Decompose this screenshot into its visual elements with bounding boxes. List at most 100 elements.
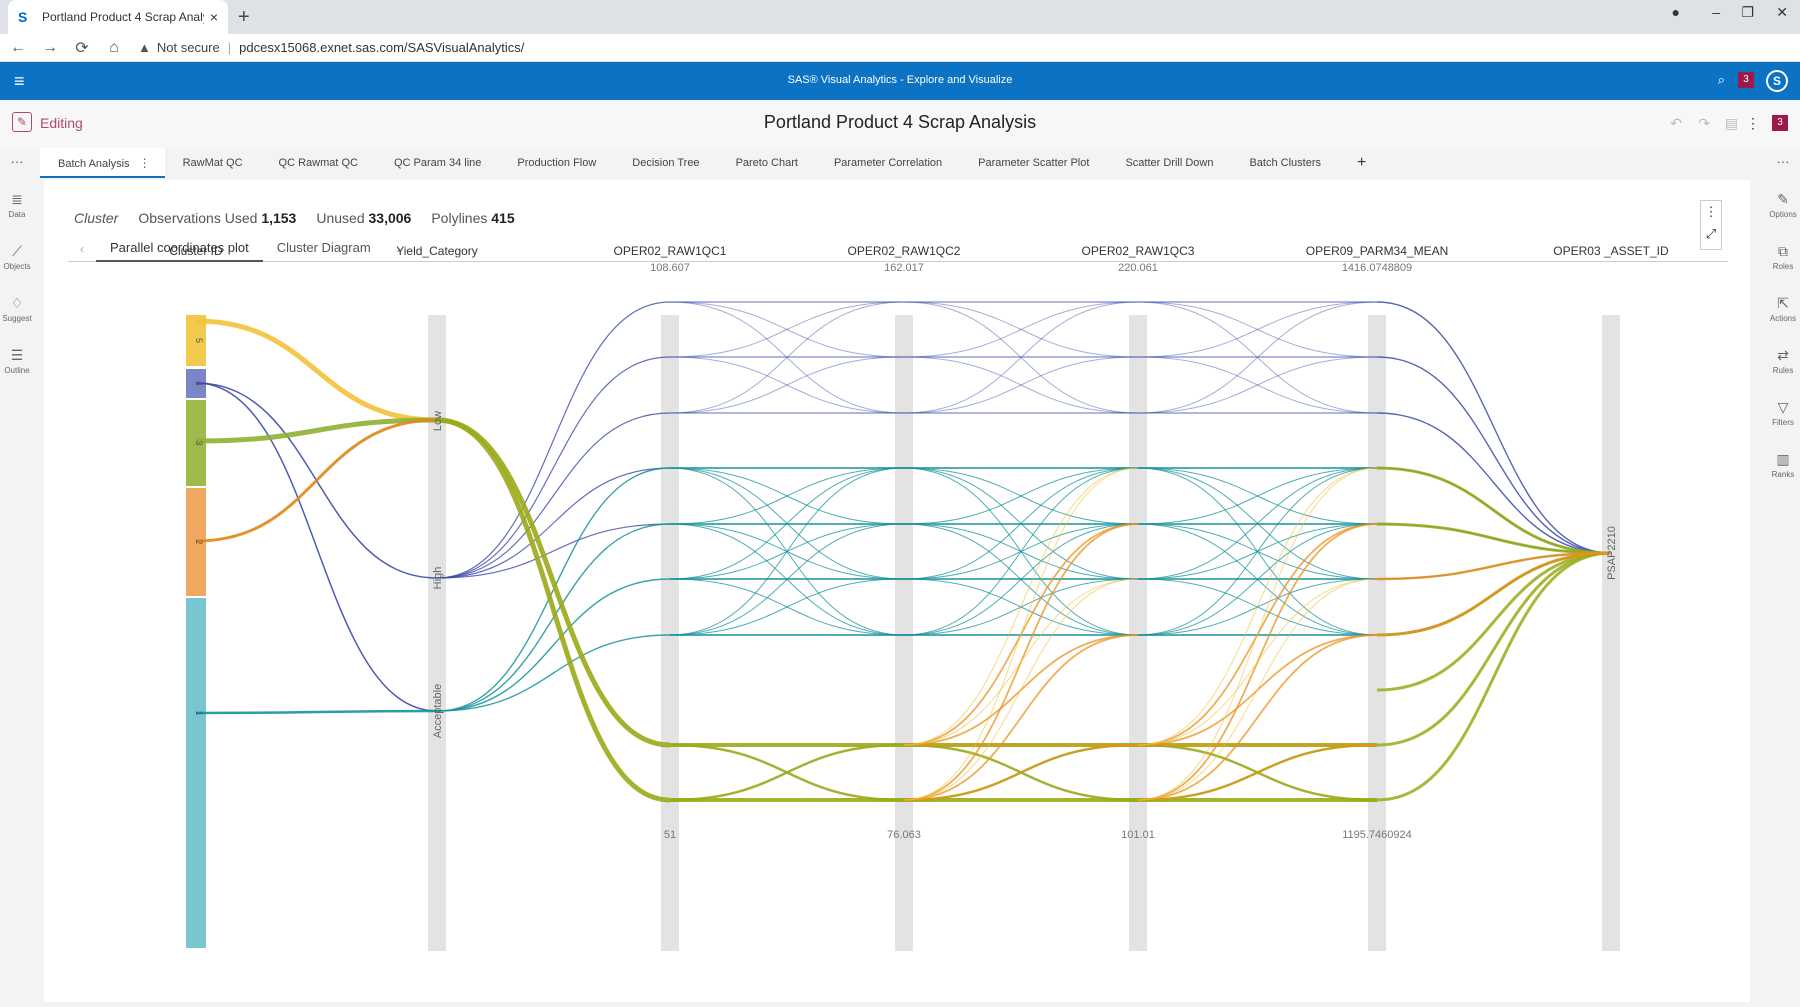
sidebar-item-filters[interactable]: ▽ Filters	[1766, 399, 1800, 427]
axis-min-label: 76.063	[887, 829, 921, 841]
polyline	[669, 743, 905, 802]
save-icon[interactable]: ▤	[1725, 115, 1738, 132]
sidebar-item-roles[interactable]: ⧉ Roles	[1766, 243, 1800, 271]
axis-bar	[428, 315, 446, 951]
security-label: Not secure	[156, 40, 220, 55]
tab-scatter-drill-down[interactable]: Scatter Drill Down	[1107, 148, 1231, 178]
notification-badge[interactable]: 3	[1738, 72, 1754, 88]
new-tab-icon[interactable]: +	[238, 6, 250, 29]
close-window-icon[interactable]: ✕	[1776, 4, 1788, 21]
polyline	[1376, 551, 1612, 692]
sas-user-icon[interactable]: S	[1766, 70, 1788, 92]
tab-production-flow[interactable]: Production Flow	[499, 148, 614, 178]
tab-decision-tree[interactable]: Decision Tree	[614, 148, 717, 178]
address-bar: ← → ⟳ ⌂ ▲ Not secure | pdcesx15068.exnet…	[0, 34, 1800, 90]
sidebar-item-label: Roles	[1772, 262, 1794, 271]
minimize-icon[interactable]: –	[1712, 4, 1720, 20]
tab-qc-param-34-line[interactable]: QC Param 34 line	[376, 148, 499, 178]
restore-icon[interactable]: ❐	[1741, 4, 1754, 21]
more-options-icon[interactable]: ⋮	[1746, 115, 1760, 132]
object-subtabs: ‹ Parallel coordinates plot Cluster Diag…	[68, 236, 1728, 262]
reload-icon[interactable]: ⟳	[68, 38, 96, 58]
forward-icon[interactable]: →	[36, 39, 64, 57]
axis-bar	[661, 315, 679, 951]
tab-parameter-scatter-plot[interactable]: Parameter Scatter Plot	[960, 148, 1107, 178]
sidebar-item-actions[interactable]: ⇱ Actions	[1766, 295, 1800, 323]
cluster-tick-label: 1	[194, 710, 204, 715]
polylines: Polylines 415	[431, 210, 514, 226]
subtab-cluster-diagram[interactable]: Cluster Diagram	[263, 236, 385, 262]
polyline	[1137, 467, 1378, 636]
polyline	[903, 578, 1139, 746]
cluster-segment	[186, 598, 206, 948]
tab-parameter-correlation[interactable]: Parameter Correlation	[816, 148, 960, 178]
axis-max-label: 162.017	[884, 262, 924, 274]
asset-id-label: PSAP2210	[1606, 526, 1618, 580]
unused: Unused 33,006	[316, 210, 411, 226]
sas-favicon-icon: S	[18, 9, 28, 25]
add-tab-icon[interactable]: +	[1339, 154, 1384, 172]
polyline	[1376, 412, 1612, 554]
sidebar-item-options[interactable]: ✎ Options	[1766, 191, 1800, 219]
polyline	[1137, 301, 1378, 358]
home-icon[interactable]: ⌂	[100, 39, 128, 57]
object-type-label: Cluster	[74, 210, 119, 226]
tab-rawmat-qc[interactable]: RawMat QC	[165, 148, 261, 178]
sidebar-item-suggest[interactable]: ♢ Suggest	[0, 295, 34, 323]
sidebar-item-objects[interactable]: ⟋ Objects	[0, 243, 34, 271]
sidebar-item-label: Options	[1769, 210, 1797, 219]
sidebar-item-label: Objects	[3, 262, 31, 271]
database-icon: ≣	[11, 191, 23, 207]
polylines-label: Polylines	[431, 210, 488, 226]
axis-max-label: 1416.0748809	[1342, 262, 1412, 274]
more-icon[interactable]: ···	[0, 154, 34, 169]
polyline	[669, 467, 905, 525]
tab-batch-clusters[interactable]: Batch Clusters	[1231, 148, 1339, 178]
polyline	[669, 301, 905, 358]
chevron-right-icon[interactable]: ›	[385, 242, 413, 256]
axis-bar	[1368, 315, 1386, 951]
tab-qc-rawmat-qc[interactable]: QC Rawmat QC	[261, 148, 376, 178]
undo-icon[interactable]: ↶	[1670, 115, 1682, 132]
polyline	[1376, 301, 1612, 554]
axis-bar	[895, 315, 913, 951]
sidebar-item-label: Filters	[1772, 418, 1794, 427]
parallel-coordinates-plot[interactable]: 54321Cluster ID Yield_Category OPER02_RAW1…	[44, 180, 1750, 1002]
polyline	[1376, 551, 1612, 747]
subtab-parallel-coordinates[interactable]: Parallel coordinates plot	[96, 236, 263, 262]
redo-icon[interactable]: ↷	[1698, 115, 1710, 132]
sidebar-item-ranks[interactable]: ▥ Ranks	[1766, 451, 1800, 479]
roles-icon: ⧉	[1778, 243, 1788, 259]
back-icon[interactable]: ←	[4, 39, 32, 57]
axis-max-label: 220.061	[1118, 262, 1158, 274]
obs-used-value: 1,153	[261, 210, 297, 226]
url-field[interactable]: ▲ Not secure | pdcesx15068.exnet.sas.com…	[138, 40, 1478, 55]
tab-pareto-chart[interactable]: Pareto Chart	[718, 148, 816, 178]
sidebar-item-label: Suggest	[2, 314, 32, 323]
object-menu-icon[interactable]: ⋮	[1701, 201, 1721, 223]
sidebar-item-outline[interactable]: ☰ Outline	[0, 347, 34, 375]
chevron-left-icon[interactable]: ‹	[68, 242, 96, 256]
polyline	[436, 356, 671, 579]
more-icon[interactable]: ···	[1766, 154, 1800, 169]
axis-min-label: 1195.7460924	[1342, 829, 1412, 841]
ranks-icon: ▥	[1776, 451, 1790, 467]
tab-label: Batch Analysis	[58, 158, 130, 170]
polyline	[669, 467, 905, 636]
polyline	[903, 356, 1139, 414]
cluster-tick-label: 5	[194, 338, 204, 343]
polyline	[436, 467, 671, 579]
profile-dot-icon[interactable]: ●	[1672, 4, 1680, 20]
browser-tab-title: Portland Product 4 Scrap Analysis	[42, 10, 204, 24]
tab-more-icon[interactable]: ⋮	[133, 156, 157, 170]
sidebar-item-rules[interactable]: ⇄ Rules	[1766, 347, 1800, 375]
sidebar-item-label: Outline	[4, 366, 30, 375]
search-icon[interactable]: ⌕	[1718, 72, 1725, 88]
tab-batch-analysis[interactable]: Batch Analysis ⋮	[40, 148, 165, 178]
browser-tab[interactable]: S Portland Product 4 Scrap Analysis ×	[8, 0, 228, 34]
obs-used-label: Observations Used	[138, 210, 258, 226]
close-tab-icon[interactable]: ×	[210, 9, 218, 25]
actions-icon: ⇱	[1777, 295, 1789, 311]
report-badge[interactable]: 3	[1772, 115, 1788, 131]
sidebar-item-data[interactable]: ≣ Data	[0, 191, 34, 219]
